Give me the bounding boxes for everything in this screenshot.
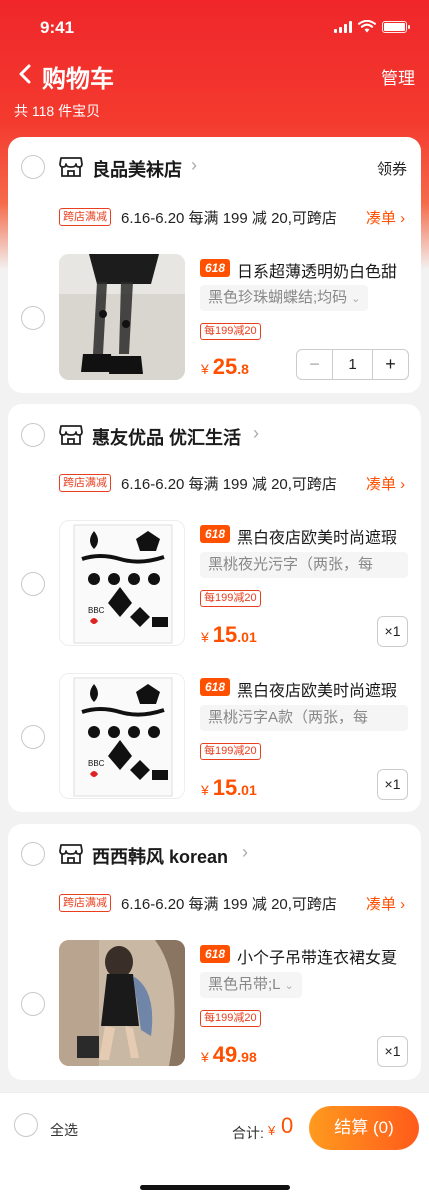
discount-tag: 每199减20: [200, 743, 261, 760]
sku-text: 黑桃夜光污字（两张，每: [208, 556, 374, 573]
add-items-link[interactable]: 凑单 ›: [366, 473, 405, 494]
item-select-radio[interactable]: [21, 725, 45, 749]
store-name[interactable]: 西西韩风 korean: [92, 843, 228, 869]
item-select-radio[interactable]: [21, 306, 45, 330]
chevron-down-icon: ⌄: [284, 980, 294, 992]
checkout-button[interactable]: 结算 (0): [309, 1106, 419, 1150]
store-card: 西西韩风 korean › 跨店满减 6.16-6.20 每满 199 减 20…: [8, 824, 421, 1080]
sku-selector[interactable]: 黑桃污字A款（两张，每: [200, 705, 408, 731]
store-icon: [59, 844, 83, 864]
select-all-radio[interactable]: [14, 1113, 38, 1137]
total-currency: ¥: [268, 1123, 276, 1138]
add-items-link[interactable]: 凑单 ›: [366, 893, 405, 914]
checkout-bar: 全选 合计: ¥ 0 结算 (0): [0, 1092, 429, 1200]
price: ¥25.8: [201, 354, 249, 380]
quantity-badge[interactable]: ×1: [377, 1036, 408, 1067]
sku-text: 黑色吊带;L: [208, 976, 281, 993]
store-name[interactable]: 良品美袜店: [92, 156, 182, 182]
product-image[interactable]: BBC: [59, 673, 185, 799]
price: ¥49.98: [201, 1042, 257, 1068]
price-integer: 15: [212, 622, 238, 647]
price-integer: 15: [212, 775, 238, 800]
618-badge: 618: [200, 259, 230, 277]
chevron-down-icon: ⌄: [351, 293, 361, 305]
manage-button[interactable]: 管理: [381, 64, 415, 89]
store-card: 惠友优品 优汇生活 › 跨店满减 6.16-6.20 每满 199 减 20,可…: [8, 404, 421, 812]
status-bar: 9:41: [0, 0, 429, 50]
promo-tag: 跨店满减: [59, 474, 111, 492]
618-badge: 618: [200, 525, 230, 543]
promo-tag: 跨店满减: [59, 208, 111, 226]
sku-selector[interactable]: 黑桃夜光污字（两张，每: [200, 552, 408, 578]
cart-item-count: 共 118 件宝贝: [14, 103, 101, 119]
status-time: 9:41: [40, 18, 75, 37]
price-currency: ¥: [201, 629, 209, 645]
product-image[interactable]: [59, 254, 185, 380]
chevron-left-icon[interactable]: [16, 63, 34, 85]
discount-tag: 每199减20: [200, 323, 261, 340]
quantity-stepper: − 1 +: [296, 349, 409, 380]
quantity-value[interactable]: 1: [333, 350, 372, 379]
price-decimal: .01: [237, 782, 257, 798]
total-value: 0: [281, 1113, 294, 1138]
svg-text:BBC: BBC: [88, 606, 105, 615]
coupon-button[interactable]: 领券: [377, 158, 407, 179]
decrease-button[interactable]: −: [297, 350, 333, 379]
store-icon: [59, 425, 83, 445]
home-indicator: [140, 1185, 290, 1190]
quantity-badge[interactable]: ×1: [377, 616, 408, 647]
discount-tag: 每199减20: [200, 590, 261, 607]
store-name[interactable]: 惠友优品 优汇生活: [92, 424, 241, 450]
product-image[interactable]: [59, 940, 185, 1066]
store-select-radio[interactable]: [21, 423, 45, 447]
chevron-right-icon: ›: [253, 423, 259, 443]
promo-text: 6.16-6.20 每满 199 减 20,可跨店: [121, 210, 337, 227]
product-title[interactable]: 黑白夜店欧美时尚遮瑕: [237, 524, 413, 548]
promo-text: 6.16-6.20 每满 199 减 20,可跨店: [121, 476, 337, 493]
618-badge: 618: [200, 678, 230, 696]
discount-tag: 每199减20: [200, 1010, 261, 1027]
price-decimal: .8: [237, 361, 249, 377]
price-currency: ¥: [201, 1049, 209, 1065]
promo-tag: 跨店满减: [59, 894, 111, 912]
store-card: 良品美袜店 › 领券 跨店满减 6.16-6.20 每满 199 减 20,可跨…: [8, 137, 421, 393]
product-title[interactable]: 黑白夜店欧美时尚遮瑕: [237, 677, 413, 701]
select-all-label[interactable]: 全选: [50, 1120, 78, 1140]
product-title[interactable]: 小个子吊带连衣裙女夏: [237, 944, 413, 968]
chevron-right-icon: ›: [191, 155, 197, 175]
product-image[interactable]: BBC: [59, 520, 185, 646]
sku-selector[interactable]: 黑色珍珠蝴蝶结;均码 ⌄: [200, 285, 369, 311]
store-select-radio[interactable]: [21, 155, 45, 179]
sku-selector[interactable]: 黑色吊带;L ⌄: [200, 972, 302, 998]
nav-bar: 购物车 管理: [0, 55, 429, 95]
item-select-radio[interactable]: [21, 992, 45, 1016]
price-currency: ¥: [201, 361, 209, 377]
price: ¥15.01: [201, 622, 257, 648]
item-select-radio[interactable]: [21, 572, 45, 596]
page-title: 购物车: [42, 66, 114, 93]
price-integer: 25: [212, 354, 238, 379]
battery-icon: [382, 20, 410, 33]
quantity-badge[interactable]: ×1: [377, 769, 408, 800]
product-title[interactable]: 日系超薄透明奶白色甜: [237, 258, 413, 282]
price: ¥15.01: [201, 775, 257, 801]
price-decimal: .98: [237, 1049, 257, 1065]
wifi-icon: [358, 20, 376, 33]
promo-text: 6.16-6.20 每满 199 减 20,可跨店: [121, 896, 337, 913]
store-icon: [59, 157, 83, 177]
add-items-link[interactable]: 凑单 ›: [366, 207, 405, 228]
status-icons: [334, 20, 410, 33]
price-integer: 49: [212, 1042, 238, 1067]
chevron-right-icon: ›: [242, 842, 248, 862]
svg-text:BBC: BBC: [88, 759, 105, 768]
618-badge: 618: [200, 945, 230, 963]
store-select-radio[interactable]: [21, 842, 45, 866]
total-label: 合计:: [232, 1125, 264, 1141]
signal-icon: [334, 20, 352, 33]
sku-text: 黑色珍珠蝴蝶结;均码: [208, 289, 348, 306]
price-decimal: .01: [237, 629, 257, 645]
sku-text: 黑桃污字A款（两张，每: [208, 709, 369, 726]
increase-button[interactable]: +: [372, 350, 408, 379]
price-currency: ¥: [201, 782, 209, 798]
